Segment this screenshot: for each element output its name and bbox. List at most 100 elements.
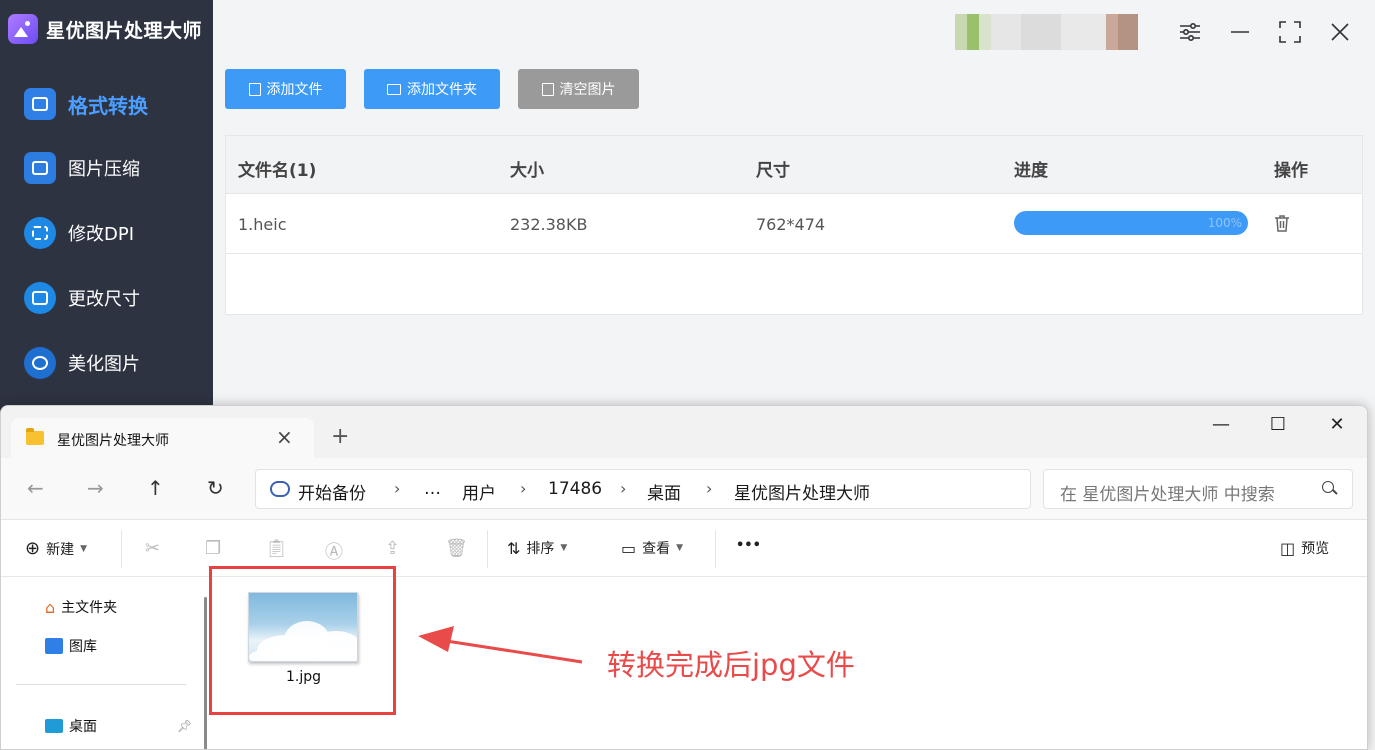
view-label: 查看 bbox=[642, 541, 671, 557]
user-avatar-mosaic[interactable] bbox=[955, 14, 1150, 50]
sidebar-item-format-convert[interactable]: 格式转换 bbox=[24, 86, 148, 122]
image-convert-icon bbox=[24, 88, 56, 120]
paste-icon[interactable]: 📋︎ bbox=[265, 538, 288, 559]
explorer-close-icon[interactable]: ✕ bbox=[1322, 414, 1352, 435]
search-placeholder: 在 星优图片处理大师 中搜索 bbox=[1060, 485, 1275, 505]
file-name-cell: 1.heic bbox=[238, 215, 287, 234]
pin-icon[interactable]: 📌︎ bbox=[177, 719, 192, 733]
app-logo-icon bbox=[8, 14, 38, 44]
beautify-icon bbox=[24, 347, 56, 379]
app-title: 星优图片处理大师 bbox=[46, 19, 203, 42]
sidebar-item-image-compress[interactable]: 图片压缩 bbox=[24, 150, 140, 186]
sidebar-item-dpi[interactable]: 修改DPI bbox=[24, 215, 134, 251]
nav-item-label: 图库 bbox=[69, 639, 97, 655]
explorer-tab[interactable]: 星优图片处理大师 × bbox=[11, 418, 314, 459]
minimize-icon[interactable] bbox=[1226, 18, 1254, 46]
breadcrumb-chevron-icon: › bbox=[706, 479, 713, 498]
explorer-command-bar: ⊕ 新建 ▼ ✂ ❐ 📋︎ Ⓐ ⇪ 🗑︎ ⇅ 排序 ▼ ▭ 查看 ▼ ••• ◫… bbox=[1, 520, 1367, 577]
breadcrumb-item[interactable]: … bbox=[424, 479, 441, 499]
image-compress-icon bbox=[24, 152, 56, 184]
address-bar[interactable]: 开始备份 › … 用户 › 17486 › 桌面 › 星优图片处理大师 bbox=[255, 469, 1031, 509]
file-size-cell: 232.38KB bbox=[510, 215, 588, 234]
nav-pane-scrollbar[interactable] bbox=[204, 597, 207, 749]
tab-close-icon[interactable]: × bbox=[276, 425, 293, 449]
nav-item-label: 桌面 bbox=[69, 719, 97, 735]
table-header: 文件名(1) 大小 尺寸 进度 操作 bbox=[226, 136, 1362, 194]
sidebar-item-label: 美化图片 bbox=[68, 354, 140, 375]
column-header-size: 大小 bbox=[510, 161, 544, 181]
add-folder-button[interactable]: 添加文件夹 bbox=[364, 69, 500, 109]
explorer-navigation-pane: ⌂ 主文件夹 图库 桌面 📌︎ bbox=[1, 577, 201, 749]
clear-images-label: 清空图片 bbox=[559, 82, 616, 98]
divider bbox=[715, 530, 716, 568]
folder-icon bbox=[26, 428, 44, 445]
rename-icon[interactable]: Ⓐ bbox=[325, 538, 343, 563]
search-icon bbox=[1322, 481, 1334, 493]
column-header-dimensions: 尺寸 bbox=[756, 161, 790, 181]
breadcrumb-item[interactable]: 星优图片处理大师 bbox=[734, 479, 870, 504]
sidebar-item-label: 修改DPI bbox=[68, 224, 135, 245]
breadcrumb-chevron-icon: › bbox=[394, 479, 401, 498]
explorer-minimize-icon[interactable]: — bbox=[1206, 414, 1236, 435]
folder-icon bbox=[387, 83, 401, 95]
home-icon: ⌂ bbox=[45, 597, 56, 617]
back-arrow-icon[interactable]: ← bbox=[27, 476, 44, 500]
clear-images-button[interactable]: 清空图片 bbox=[518, 69, 639, 109]
explorer-maximize-icon[interactable]: ☐ bbox=[1263, 414, 1293, 435]
plus-circle-icon: ⊕ bbox=[25, 538, 41, 559]
cut-icon[interactable]: ✂ bbox=[145, 538, 163, 559]
delete-icon[interactable]: 🗑︎ bbox=[445, 538, 468, 559]
breadcrumb-item[interactable]: 桌面 bbox=[647, 479, 681, 504]
file-explorer-window: 星优图片处理大师 × + — ☐ ✕ ← → ↑ ↻ 开始备份 › … 用户 ›… bbox=[0, 405, 1368, 750]
more-options-button[interactable]: ••• bbox=[736, 538, 761, 553]
maximize-icon[interactable] bbox=[1276, 18, 1304, 46]
cloud-backup-icon bbox=[270, 481, 290, 497]
dpi-icon bbox=[24, 217, 56, 249]
breadcrumb-item[interactable]: 开始备份 bbox=[298, 479, 366, 504]
close-icon[interactable] bbox=[1326, 18, 1354, 46]
preview-button[interactable]: ◫ 预览 bbox=[1280, 538, 1329, 558]
annotation-arrow bbox=[418, 626, 583, 664]
sidebar-item-resize[interactable]: 更改尺寸 bbox=[24, 280, 140, 316]
explorer-search-input[interactable]: 在 星优图片处理大师 中搜索 bbox=[1043, 469, 1353, 509]
trash-icon bbox=[541, 82, 554, 96]
up-arrow-icon[interactable]: ↑ bbox=[147, 476, 164, 500]
forward-arrow-icon[interactable]: → bbox=[87, 476, 104, 500]
divider bbox=[121, 530, 122, 568]
preview-label: 预览 bbox=[1301, 541, 1330, 557]
explorer-titlebar: 星优图片处理大师 × + — ☐ ✕ bbox=[1, 406, 1367, 459]
nav-item-gallery[interactable]: 图库 bbox=[45, 636, 97, 656]
more-icon: ••• bbox=[736, 538, 761, 553]
refresh-icon[interactable]: ↻ bbox=[207, 476, 224, 500]
breadcrumb-item[interactable]: 17486 bbox=[548, 479, 602, 499]
gallery-icon bbox=[45, 638, 63, 654]
new-label: 新建 bbox=[46, 541, 75, 558]
delete-row-trash-icon[interactable] bbox=[1274, 214, 1290, 232]
sidebar-item-label: 更改尺寸 bbox=[68, 289, 140, 310]
sort-button[interactable]: ⇅ 排序 ▼ bbox=[507, 538, 567, 558]
settings-sliders-icon[interactable] bbox=[1176, 18, 1204, 46]
new-tab-icon[interactable]: + bbox=[331, 424, 349, 449]
progress-label: 100% bbox=[1207, 216, 1242, 230]
resize-icon bbox=[24, 282, 56, 314]
column-header-filename: 文件名(1) bbox=[238, 161, 317, 181]
chevron-down-icon: ▼ bbox=[80, 543, 88, 554]
view-button[interactable]: ▭ 查看 ▼ bbox=[621, 538, 683, 558]
view-icon: ▭ bbox=[621, 538, 637, 558]
sidebar-item-beautify[interactable]: 美化图片 bbox=[24, 345, 140, 381]
share-icon[interactable]: ⇪ bbox=[385, 538, 403, 559]
explorer-tab-title: 星优图片处理大师 bbox=[57, 433, 169, 449]
sidebar-item-label: 格式转换 bbox=[68, 93, 148, 118]
copy-icon[interactable]: ❐ bbox=[205, 538, 223, 559]
sort-icon: ⇅ bbox=[507, 538, 521, 558]
annotation-text: 转换完成后jpg文件 bbox=[607, 648, 855, 682]
add-file-button[interactable]: 添加文件 bbox=[225, 69, 346, 109]
file-dimensions-cell: 762*474 bbox=[756, 215, 826, 234]
chevron-down-icon: ▼ bbox=[676, 543, 684, 553]
brand: 星优图片处理大师 bbox=[8, 13, 202, 45]
nav-item-home[interactable]: ⌂ 主文件夹 bbox=[45, 597, 117, 617]
breadcrumb-item[interactable]: 用户 bbox=[462, 479, 496, 504]
nav-item-desktop[interactable]: 桌面 bbox=[45, 716, 97, 736]
sidebar-item-label: 图片压缩 bbox=[68, 159, 140, 180]
new-button[interactable]: ⊕ 新建 ▼ bbox=[25, 538, 87, 559]
